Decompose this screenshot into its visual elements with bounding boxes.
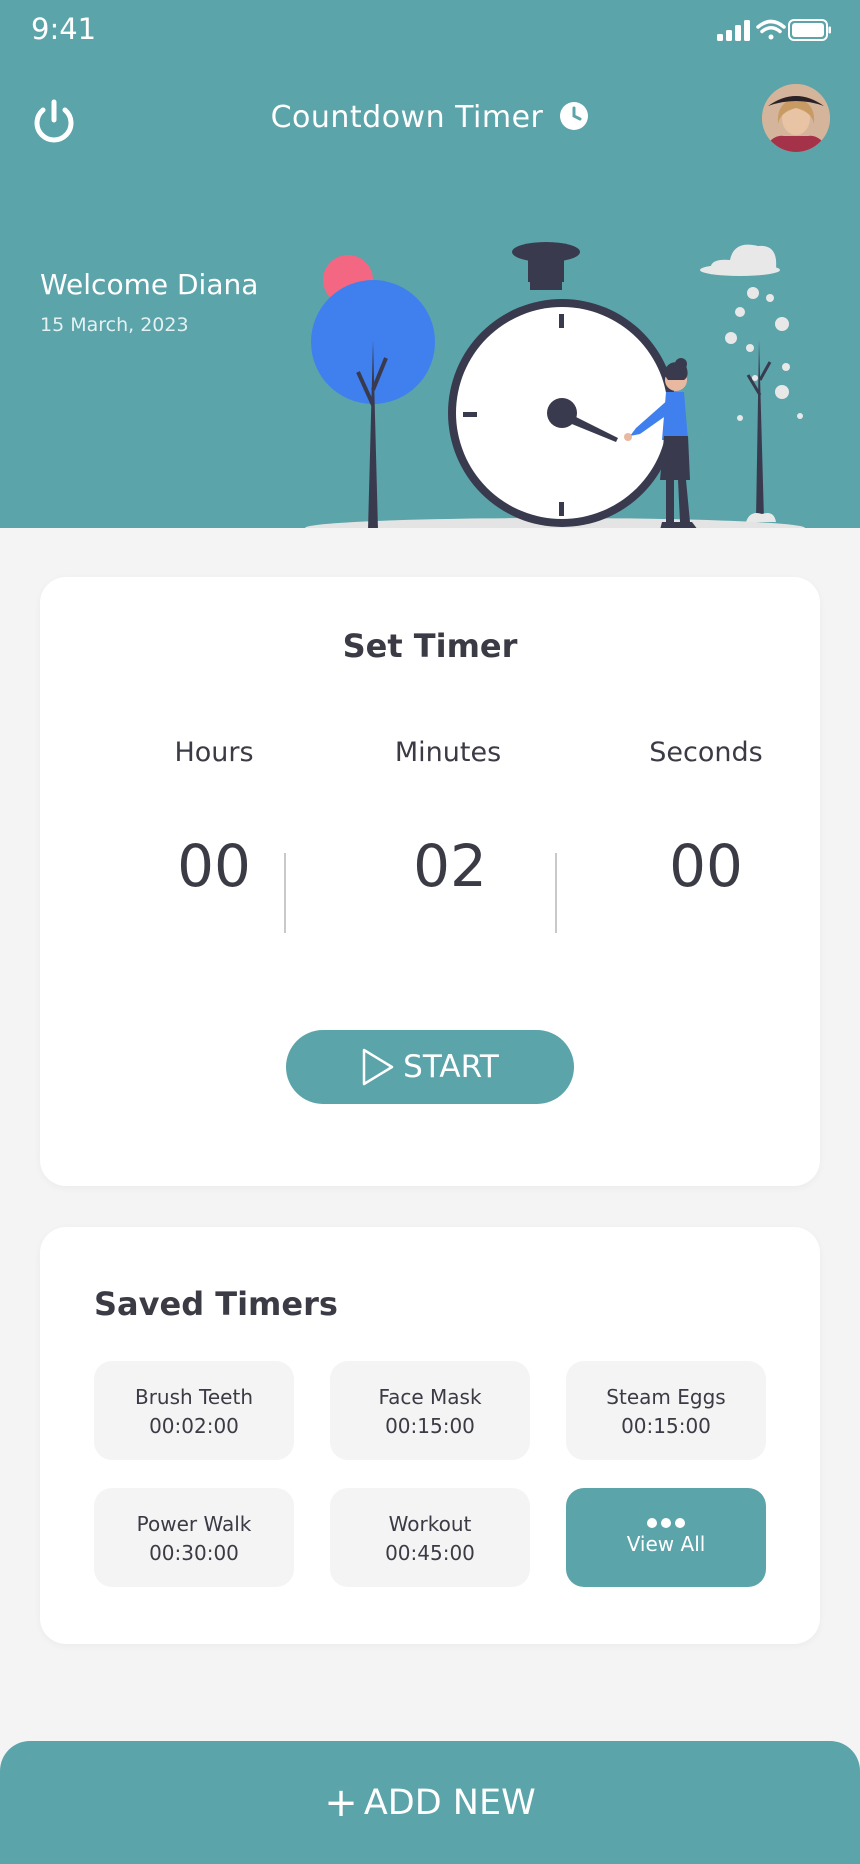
set-timer-title: Set Timer xyxy=(342,627,518,665)
timer-duration: 00:45:00 xyxy=(385,1540,475,1565)
page-title: Countdown Timer xyxy=(0,100,860,139)
seconds-picker[interactable]: 00 xyxy=(606,832,806,900)
timer-duration: 00:30:00 xyxy=(149,1540,239,1565)
add-new-button[interactable]: + ADD NEW xyxy=(0,1741,860,1864)
start-button[interactable]: START xyxy=(286,1030,574,1104)
timer-name: Power Walk xyxy=(136,1511,252,1536)
divider xyxy=(555,853,557,933)
status-time: 9:41 xyxy=(31,12,97,46)
more-dots-icon xyxy=(647,1517,685,1528)
seconds-label: Seconds xyxy=(649,737,763,768)
battery-icon xyxy=(788,19,831,41)
date-text: 15 March, 2023 xyxy=(40,314,189,336)
saved-timer-item[interactable]: Workout 00:45:00 xyxy=(330,1488,530,1587)
stopwatch-illustration xyxy=(300,230,820,528)
saved-timers-card: Saved Timers Brush Teeth 00:02:00 Face M… xyxy=(40,1227,820,1644)
page-title-text: Countdown Timer xyxy=(270,100,544,135)
divider xyxy=(284,853,286,933)
saved-timer-item[interactable]: Brush Teeth 00:02:00 xyxy=(94,1361,294,1460)
wifi-icon xyxy=(756,19,786,40)
set-timer-card: Set Timer Hours Minutes Seconds 00 02 00… xyxy=(40,577,820,1186)
saved-timer-item[interactable]: Steam Eggs 00:15:00 xyxy=(566,1361,766,1460)
signal-icon xyxy=(717,20,750,41)
timer-duration: 00:15:00 xyxy=(385,1413,475,1438)
minutes-label: Minutes xyxy=(394,737,502,768)
saved-timers-title: Saved Timers xyxy=(94,1285,338,1323)
timer-duration: 00:15:00 xyxy=(621,1413,711,1438)
status-icons xyxy=(717,18,832,46)
timer-duration: 00:02:00 xyxy=(149,1413,239,1438)
avatar[interactable] xyxy=(762,84,830,152)
timer-name: Workout xyxy=(388,1511,472,1536)
timer-name: Face Mask xyxy=(378,1384,482,1409)
start-label: START xyxy=(403,1049,499,1085)
header: 9:41 Countdown Timer Welcome Diana 15 Ma… xyxy=(0,0,860,528)
add-new-label: ADD NEW xyxy=(363,1782,536,1823)
plus-icon: + xyxy=(324,1779,358,1826)
clock-icon xyxy=(559,101,589,139)
minutes-picker[interactable]: 02 xyxy=(350,832,550,900)
timer-name: Brush Teeth xyxy=(134,1384,254,1409)
welcome-text: Welcome Diana xyxy=(40,268,259,301)
status-bar: 9:41 xyxy=(0,0,860,64)
timer-name: Steam Eggs xyxy=(606,1384,726,1409)
saved-timer-item[interactable]: Face Mask 00:15:00 xyxy=(330,1361,530,1460)
view-all-button[interactable]: View All xyxy=(566,1488,766,1587)
play-icon xyxy=(362,1048,394,1086)
saved-timer-item[interactable]: Power Walk 00:30:00 xyxy=(94,1488,294,1587)
view-all-label: View All xyxy=(626,1531,706,1556)
hours-label: Hours xyxy=(174,737,254,768)
